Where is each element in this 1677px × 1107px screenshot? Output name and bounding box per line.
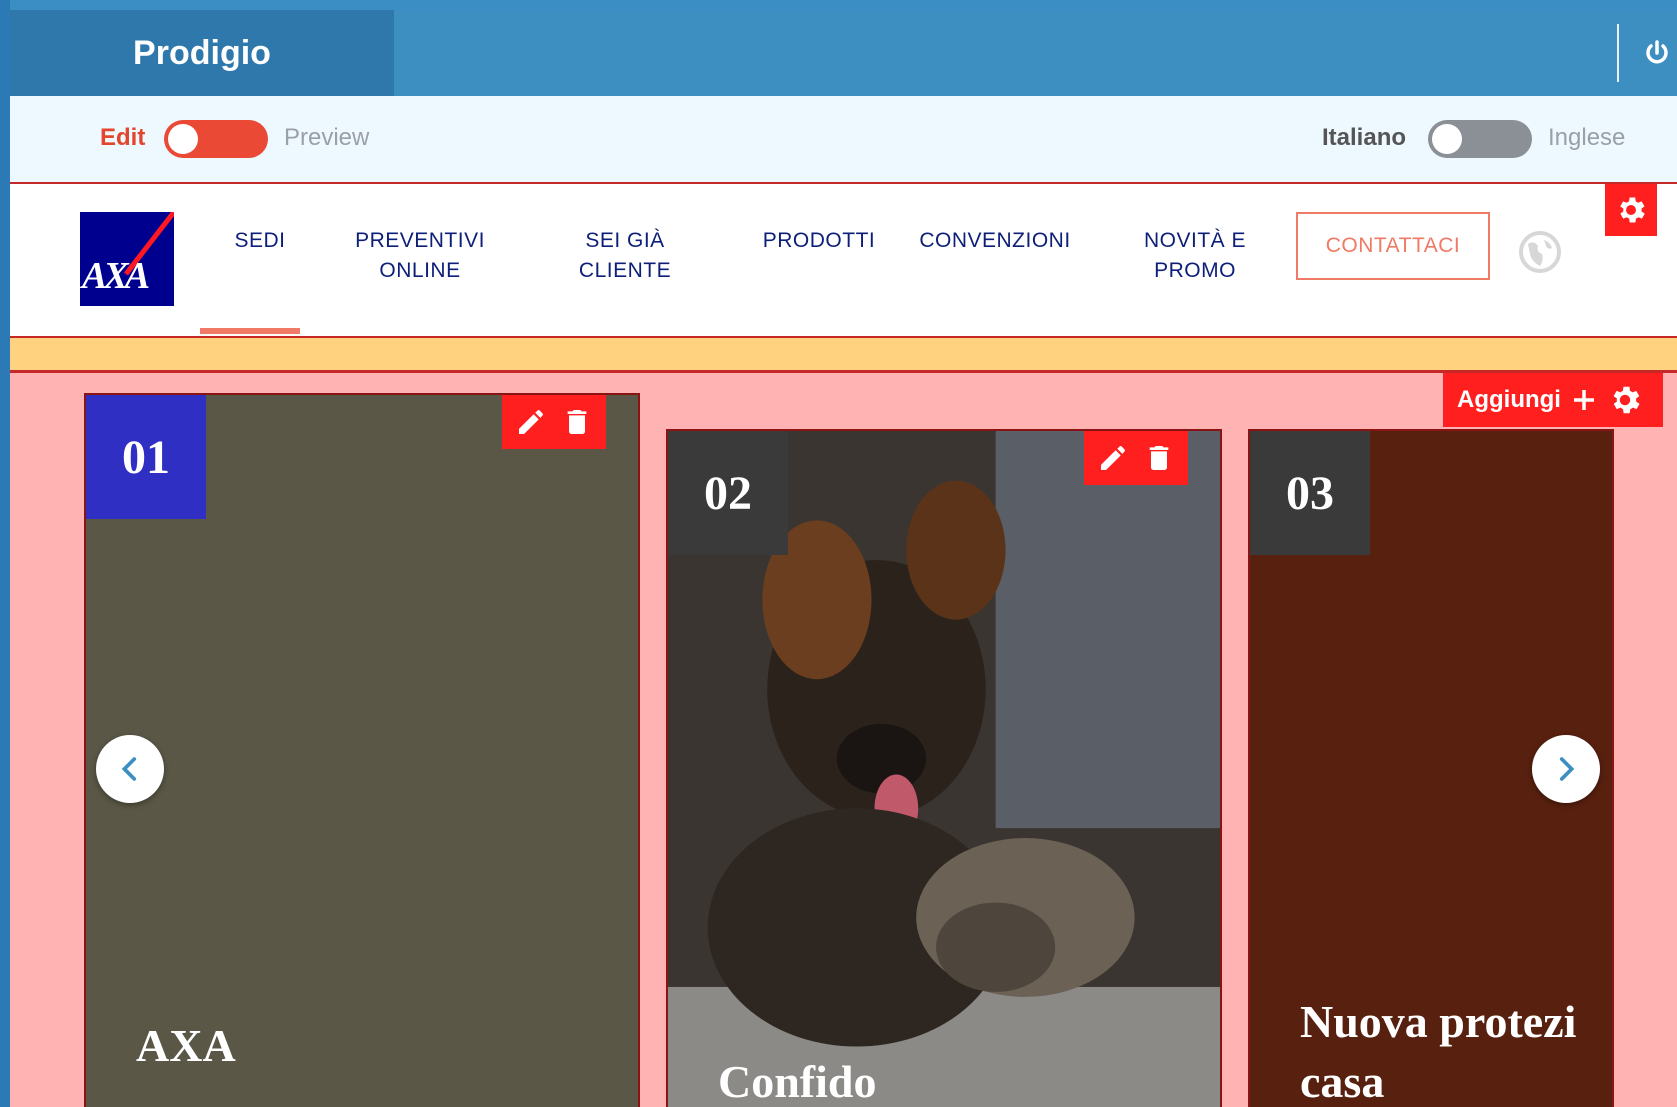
carousel-section: Aggiungi 01 AXA 02 Confido 03 Nuova prot… [10, 373, 1677, 1107]
app-title: Prodigio [133, 33, 271, 72]
chevron-right-icon [1559, 757, 1575, 781]
carousel-prev-button[interactable] [96, 735, 164, 803]
language-toggle[interactable] [1428, 120, 1532, 158]
gear-icon[interactable] [1607, 382, 1643, 418]
gear-icon [1620, 197, 1645, 223]
announcement-strip [10, 338, 1677, 373]
contattaci-button[interactable]: CONTATTACI [1296, 212, 1490, 280]
carousel-next-button[interactable] [1532, 735, 1600, 803]
language-english-label: Inglese [1548, 124, 1626, 151]
card-tools [502, 395, 606, 449]
nav-item-sei-gia-cliente[interactable]: SEI GIÀ CLIENTE [570, 226, 680, 286]
card-number: 01 [86, 395, 206, 519]
nav-item-prodotti[interactable]: PRODOTTI [754, 226, 884, 256]
power-icon[interactable] [1642, 38, 1672, 68]
nav-item-preventivi-online[interactable]: PREVENTIVI ONLINE [350, 226, 490, 286]
nav-item-sedi[interactable]: SEDI [220, 226, 300, 256]
aggiungi-button[interactable]: Aggiungi [1443, 373, 1663, 427]
nav-active-indicator [200, 328, 300, 334]
card-number: 03 [1250, 431, 1370, 555]
edit-preview-toggle[interactable] [164, 120, 268, 158]
toggle-knob [1432, 124, 1462, 154]
carousel-card-1[interactable]: 01 AXA [84, 393, 640, 1107]
trash-icon[interactable] [561, 406, 593, 438]
plus-icon [1573, 390, 1594, 410]
axa-logo[interactable]: AXA [80, 212, 174, 306]
nav-item-convenzioni[interactable]: CONVENZIONI [910, 226, 1080, 256]
card-title: AXA [136, 1020, 236, 1071]
edit-label: Edit [100, 124, 146, 151]
card-title-line-2: casa [1300, 1056, 1385, 1107]
card-title: Confido [718, 1056, 877, 1107]
carousel-card-2[interactable]: 02 Confido [666, 429, 1222, 1107]
language-italian-label: Italiano [1322, 124, 1407, 151]
nav-item-novita-promo[interactable]: NOVITÀ E PROMO [1140, 226, 1250, 286]
app-brand: Prodigio [10, 10, 394, 96]
toggle-knob [168, 124, 198, 154]
chevron-left-icon [121, 757, 137, 781]
card-title-line-1: Nuova protezi [1300, 996, 1577, 1047]
aggiungi-label: Aggiungi [1457, 386, 1561, 413]
globe-icon[interactable] [1518, 230, 1562, 274]
nav-settings-button[interactable] [1605, 184, 1657, 236]
site-navigation: AXA SEDI PREVENTIVI ONLINE SEI GIÀ CLIENTE… [10, 184, 1677, 338]
card-number: 02 [668, 431, 788, 555]
edit-pencil-icon[interactable] [515, 406, 547, 438]
edit-pencil-icon[interactable] [1097, 442, 1129, 474]
header-divider [1617, 24, 1619, 82]
card-tools [1084, 431, 1188, 485]
window-edge [0, 0, 10, 1107]
logo-text: AXA [82, 255, 150, 297]
preview-label: Preview [284, 124, 370, 151]
mode-bar: Edit Preview Italiano Inglese [10, 96, 1677, 184]
trash-icon[interactable] [1143, 442, 1175, 474]
app-header: Prodigio [10, 10, 1677, 96]
